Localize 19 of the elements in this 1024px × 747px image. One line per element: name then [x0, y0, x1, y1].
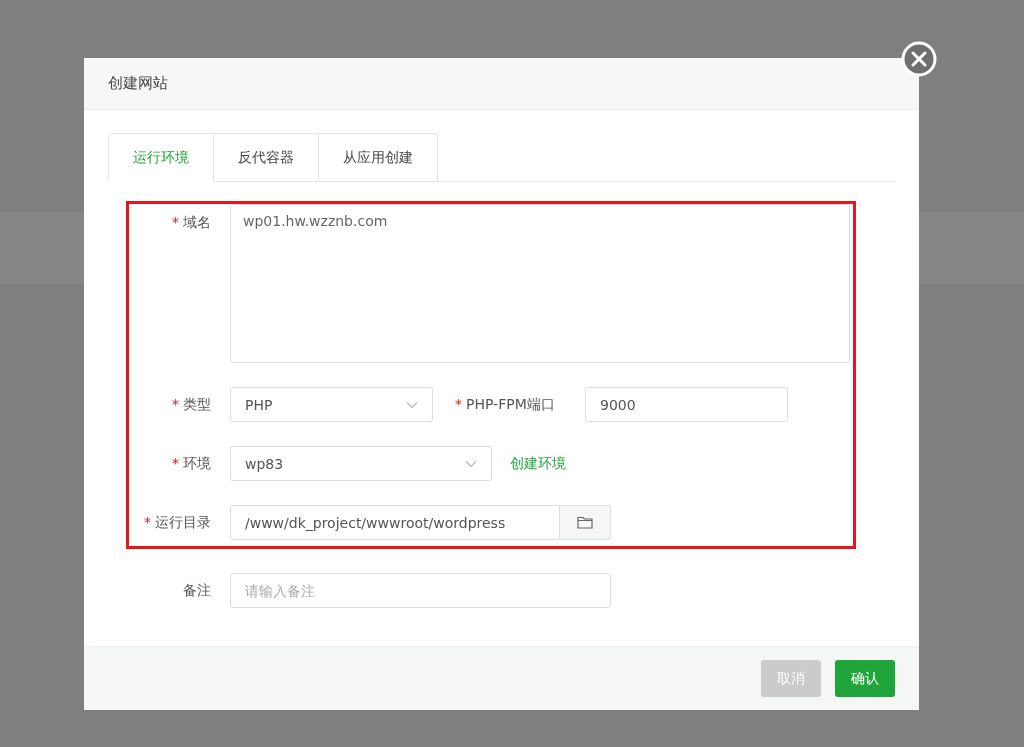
field-label: * 类型 [171, 395, 212, 414]
folder-icon [577, 516, 593, 529]
tab[interactable]: 反代容器 [214, 133, 319, 182]
chevron-down-icon [465, 459, 477, 468]
directory-input[interactable]: /www/dk_project/wwwroot/wordpress [230, 505, 560, 540]
chevron-down-icon [406, 400, 418, 409]
remark-input[interactable]: 请输入备注 [230, 573, 611, 608]
field-label: * 环境 [171, 454, 212, 473]
dialog-title: 创建网站 [108, 74, 168, 93]
environment-select[interactable]: wp83 [230, 446, 492, 481]
close-icon[interactable] [901, 41, 937, 77]
port-input[interactable]: 9000 [585, 387, 788, 422]
field-label: 备注 [182, 581, 212, 600]
field-label: * PHP-FPM端口 [455, 395, 556, 414]
domain-textarea[interactable]: wp01.hw.wzznb.com [230, 204, 850, 363]
field-label: * 运行目录 [143, 513, 212, 532]
tab[interactable]: 从应用创建 [319, 133, 438, 182]
field-label: * 域名 [171, 213, 212, 232]
type-select[interactable]: PHP [230, 387, 433, 422]
